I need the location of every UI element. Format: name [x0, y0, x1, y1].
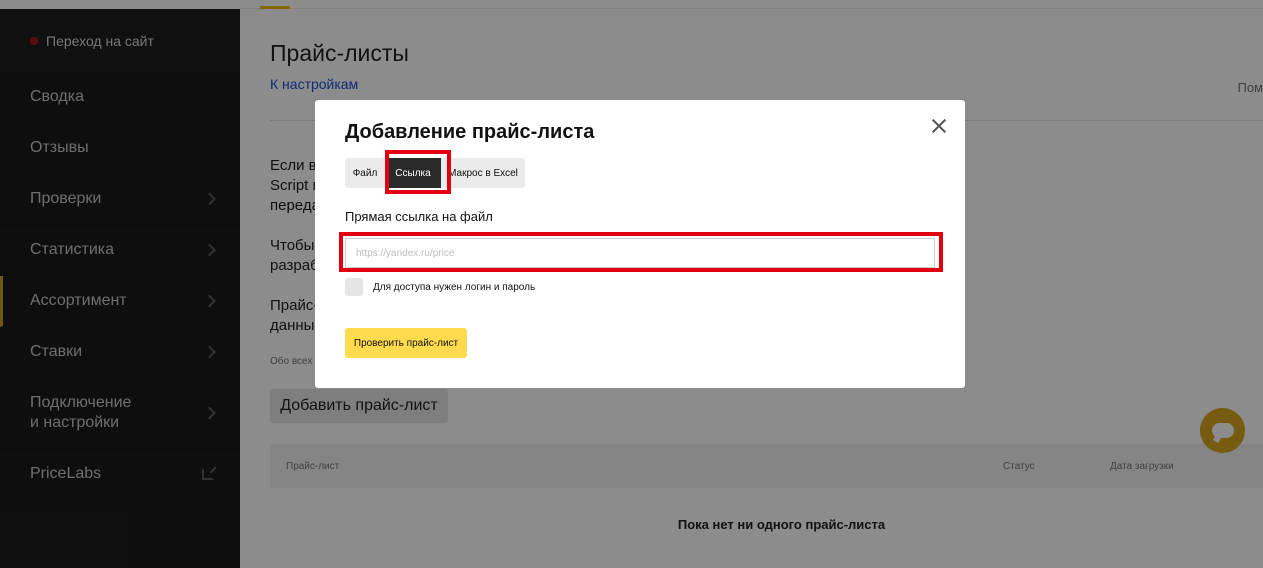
- url-field-label: Прямая ссылка на файл: [345, 209, 493, 224]
- check-price-list-button[interactable]: Проверить прайс-лист: [345, 328, 467, 358]
- add-price-list-modal: Добавление прайс-листа Файл Ссылка Макро…: [315, 100, 965, 388]
- highlight-box: [339, 232, 943, 272]
- close-icon[interactable]: [930, 117, 948, 135]
- modal-title: Добавление прайс-листа: [345, 121, 595, 143]
- login-required-checkbox[interactable]: [345, 278, 363, 296]
- tab-excel-macro[interactable]: Макрос в Excel: [441, 158, 525, 188]
- checkbox-label: Для доступа нужен логин и пароль: [373, 282, 536, 293]
- tab-file[interactable]: Файл: [345, 158, 385, 188]
- highlight-box: [385, 150, 451, 194]
